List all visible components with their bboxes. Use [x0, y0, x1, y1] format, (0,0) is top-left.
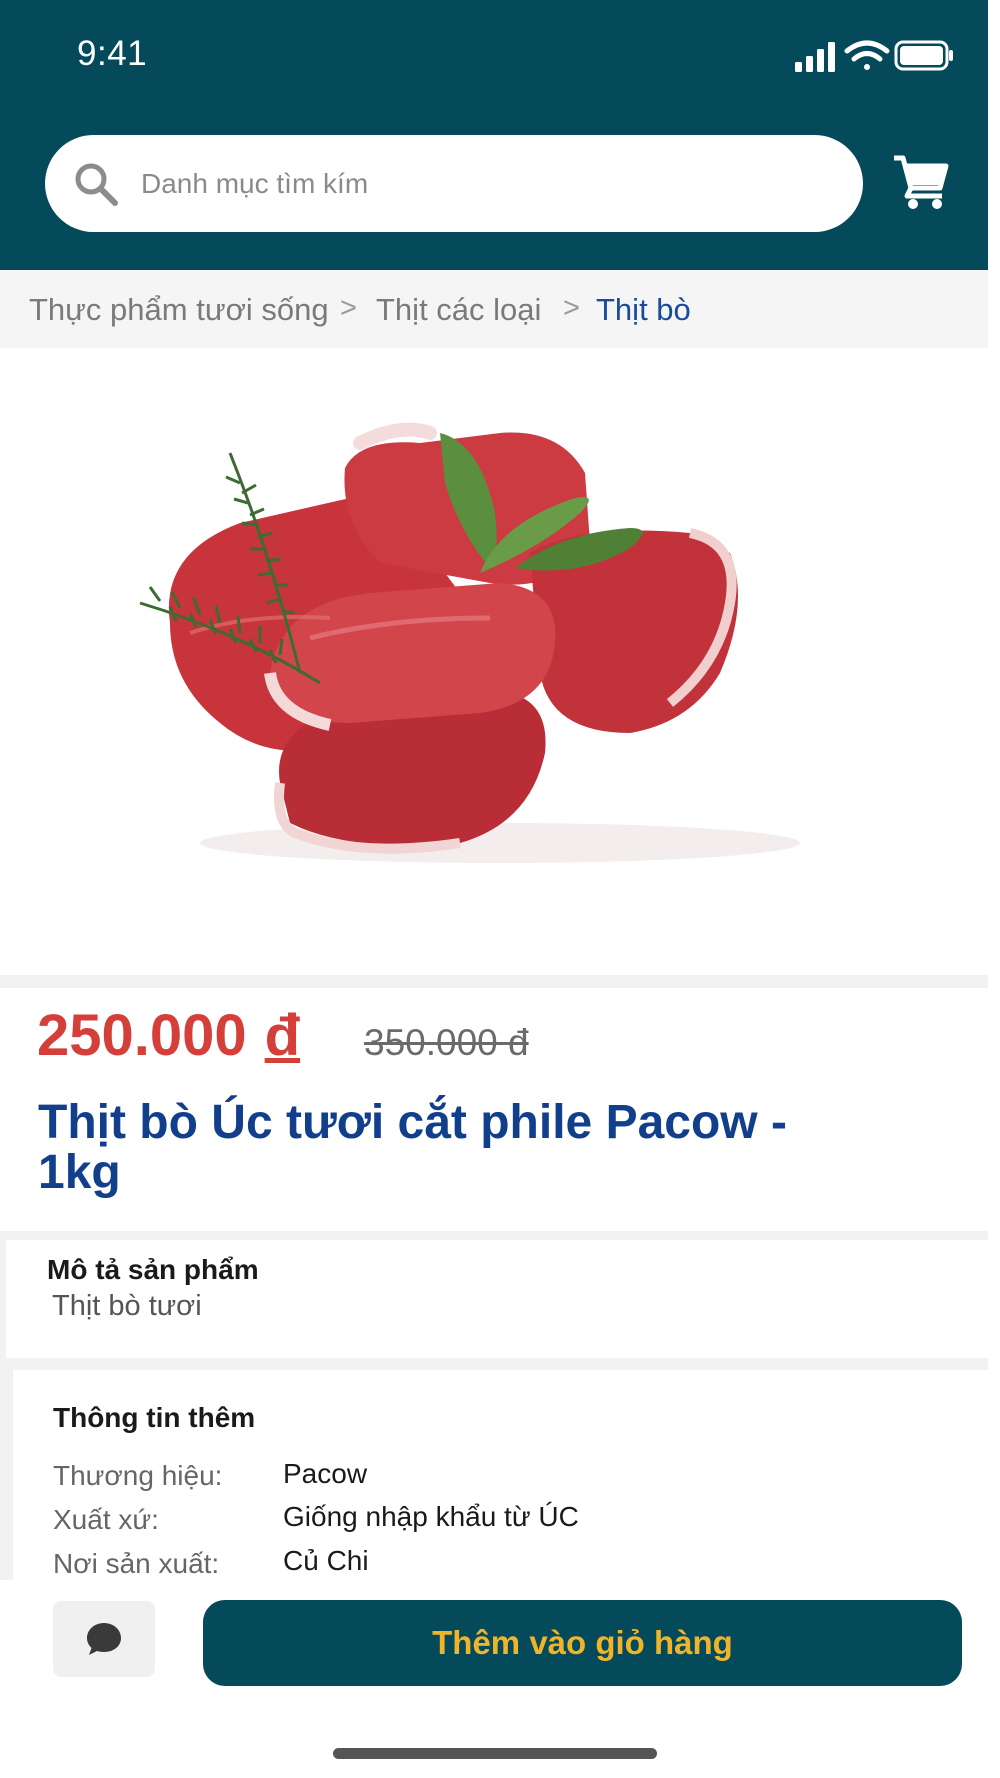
product-title: Thịt bò Úc tươi cắt phile Pacow - 1kg	[38, 1096, 787, 1199]
status-time: 9:41	[77, 34, 148, 73]
info-label-production: Nơi sản xuất:	[53, 1548, 220, 1579]
extra-info-card: Thông tin thêm Thương hiệu: Pacow Xuất x…	[13, 1370, 988, 1580]
info-label-brand: Thương hiệu:	[53, 1460, 223, 1491]
info-value-production: Củ Chi	[283, 1545, 369, 1576]
home-indicator	[333, 1748, 657, 1759]
search-bar[interactable]	[45, 135, 863, 232]
breadcrumb-item-fresh-food[interactable]: Thực phẩm tươi sống	[29, 292, 329, 328]
price-card: 250.000 đ 350.000 đ Thịt bò Úc tươi cắt p…	[0, 988, 988, 1231]
product-detail-screen: 9:41 Danh mục tìm kím Thực phẩm tươi sốn…	[0, 0, 988, 1778]
product-image-area	[0, 348, 988, 975]
extra-info-title: Thông tin thêm	[53, 1402, 256, 1433]
info-label-origin: Xuất xứ:	[53, 1504, 159, 1535]
info-value-origin: Giống nhập khẩu từ ÚC	[283, 1501, 579, 1532]
search-icon	[75, 163, 118, 206]
breadcrumb-item-beef: Thịt bò	[596, 292, 691, 327]
breadcrumb: Thực phẩm tươi sống > Thịt các loại > Th…	[0, 270, 988, 348]
status-icons	[795, 40, 953, 72]
search-input[interactable]	[141, 135, 841, 232]
description-text: Thịt bò tươi	[52, 1290, 202, 1322]
battery-icon	[894, 40, 953, 71]
info-value-brand: Pacow	[283, 1458, 368, 1489]
wifi-icon	[844, 40, 890, 70]
add-to-cart-button[interactable]: Thêm vào giỏ hàng	[203, 1600, 962, 1686]
description-card: Mô tả sản phẩm Thịt bò tươi	[6, 1240, 988, 1358]
product-image[interactable]	[130, 403, 850, 873]
sale-price-currency: đ	[264, 1003, 301, 1068]
description-label: Mô tả sản phẩm	[47, 1254, 259, 1285]
breadcrumb-separator: >	[563, 292, 580, 324]
chat-button[interactable]	[53, 1601, 155, 1677]
cart-icon[interactable]	[890, 152, 950, 212]
app-header: 9:41	[0, 0, 988, 270]
bottom-action-bar: Thêm vào giỏ hàng	[0, 1580, 1000, 1778]
sale-price-value: 250.000	[37, 1003, 247, 1068]
sale-price: 250.000 đ	[37, 1002, 300, 1069]
signal-icon	[795, 42, 835, 72]
breadcrumb-item-meat[interactable]: Thịt các loại	[376, 292, 541, 328]
original-price: 350.000 đ	[364, 1022, 529, 1063]
chat-icon	[87, 1623, 121, 1655]
breadcrumb-separator: >	[340, 292, 357, 324]
